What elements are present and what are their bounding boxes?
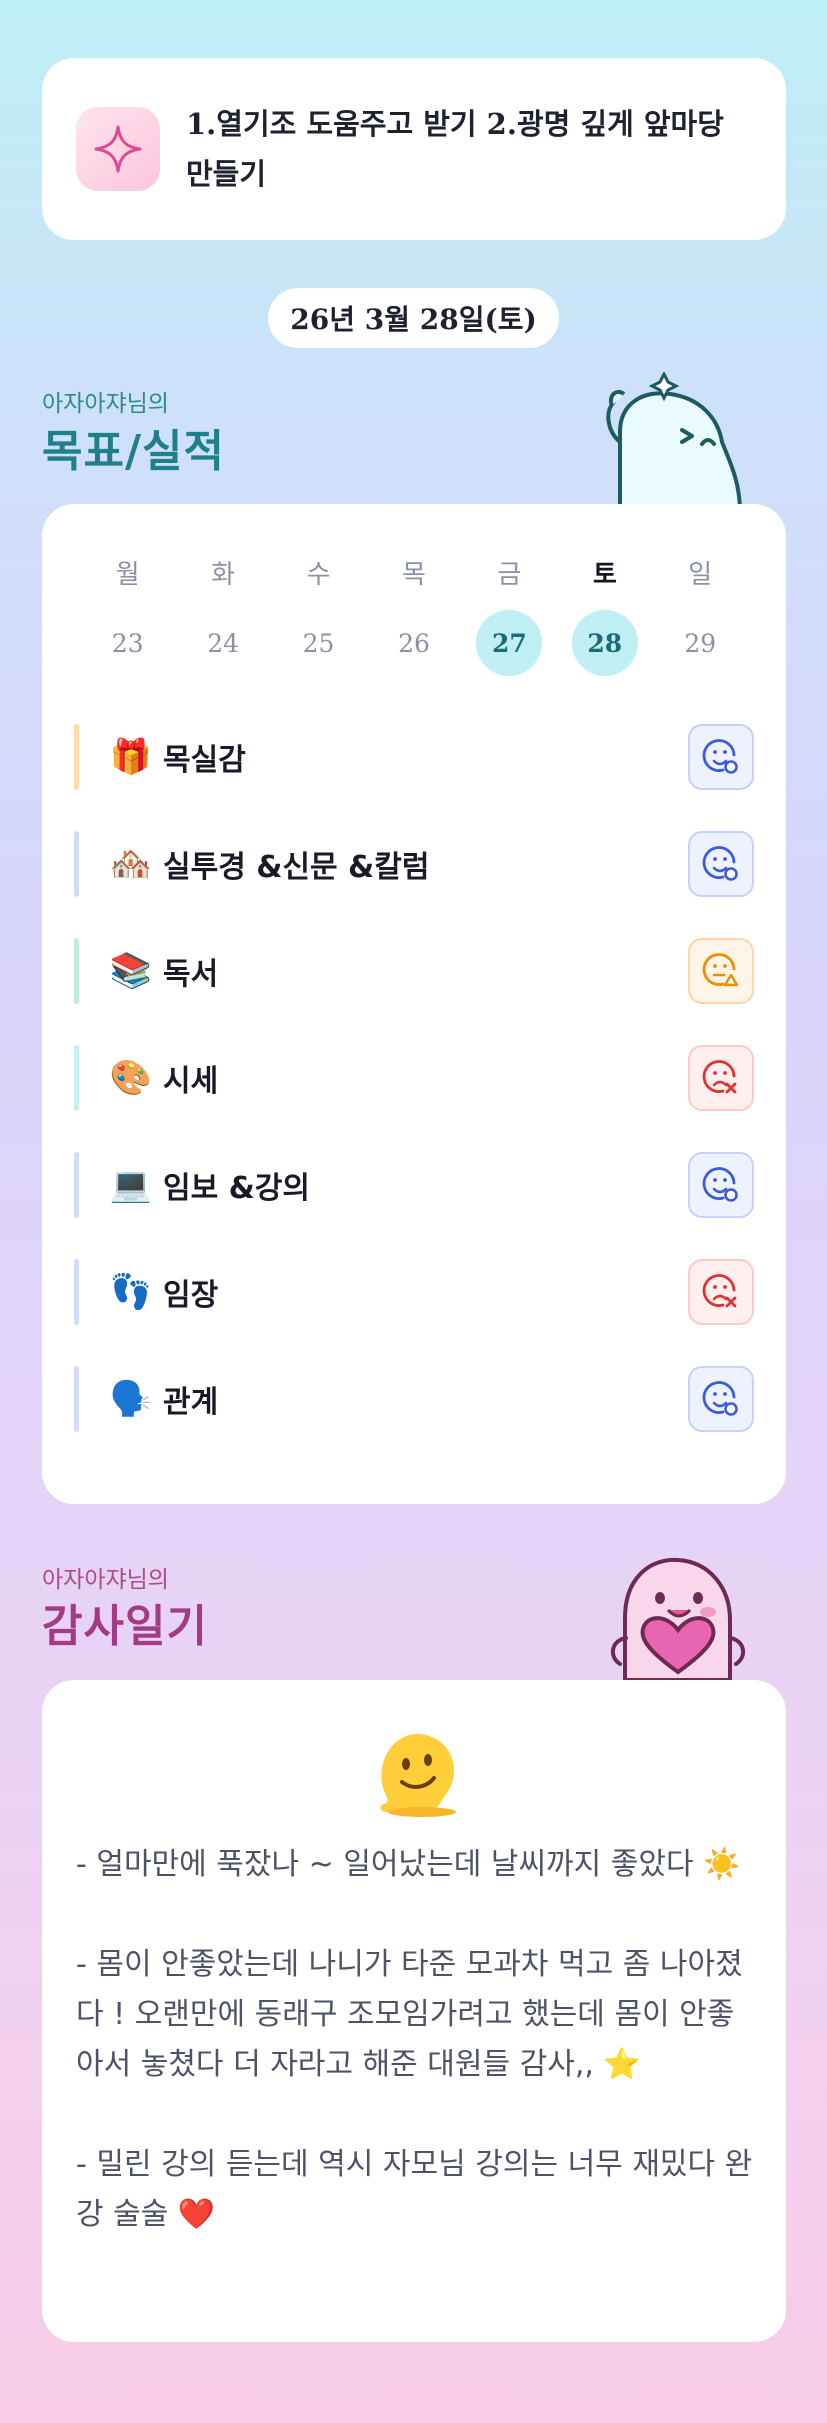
goal-emoji-icon: 🗣️ (109, 1379, 153, 1419)
weekday-label: 목 (402, 560, 426, 590)
goal-label: 관계 (163, 1385, 219, 1420)
goal-emoji-icon: 👣 (109, 1272, 153, 1312)
ghost-mascot-icon (606, 372, 743, 512)
calendar-date[interactable]: 24 (175, 610, 270, 676)
goal-item[interactable]: 👣 임장 (74, 1259, 754, 1325)
status-done-icon[interactable] (688, 1152, 754, 1218)
calendar-date-label: 24 (207, 628, 240, 658)
goal-color-bar (74, 724, 79, 790)
calendar-date[interactable]: 27 (462, 610, 557, 676)
calendar-date-label: 28 (571, 610, 638, 676)
thanks-subtitle: 아자아쟈님의 (42, 1567, 169, 1593)
goal-label: 실투경 &신문 &칼럼 (163, 850, 430, 885)
goal-color-bar (74, 831, 79, 897)
weekday-row: 월화수목금토일 (80, 554, 748, 591)
goals-subtitle: 아자아쟈님의 (42, 391, 169, 417)
goal-banner: 1.열기조 도움주고 받기 2.광명 깊게 앞마당 만들기 (42, 58, 786, 240)
calendar-date[interactable]: 26 (366, 610, 461, 676)
goal-label: 목실감 (163, 743, 246, 778)
status-done-icon[interactable] (688, 1366, 754, 1432)
goal-color-bar (74, 1366, 79, 1432)
date-row: 23 24 25 26 27 28 29 (80, 610, 748, 676)
calendar-date-label: 26 (398, 628, 430, 658)
weekday-label: 월 (115, 560, 140, 590)
goal-item[interactable]: 🏘️ 실투경 &신문 &칼럼 (74, 831, 754, 897)
goal-label: 시세 (163, 1064, 219, 1099)
goal-emoji-icon: 🎨 (109, 1058, 153, 1098)
goal-item[interactable]: 🎁 목실감 (74, 724, 754, 790)
goals-card: 월 화 수 목 금 토 일 23 24 25 26 27 28 29 🎁 목실감 🏘️ 실투경 &신문 &칼럼… (42, 504, 786, 1504)
weekday-label: 토 (592, 560, 617, 590)
calendar-date-label: 23 (111, 628, 144, 658)
thanks-title: 감사일기 (42, 1601, 208, 1652)
status-fail-icon[interactable] (688, 1045, 754, 1111)
calendar-date-label: 29 (684, 628, 717, 658)
goal-item[interactable]: 📚 독서 (74, 938, 754, 1004)
goal-color-bar (74, 1045, 79, 1111)
goal-emoji-icon: 🎁 (109, 737, 153, 777)
heart-mascot-icon (610, 1557, 746, 1680)
goal-color-bar (74, 938, 79, 1004)
goal-color-bar (74, 1259, 79, 1325)
goal-item[interactable]: 💻 임보 &강의 (74, 1152, 754, 1218)
status-done-icon[interactable] (688, 724, 754, 790)
goal-label: 독서 (163, 957, 219, 992)
weekday-label: 일 (688, 560, 713, 590)
melting-face-icon (380, 1734, 456, 1817)
goal-label: 임장 (163, 1278, 219, 1313)
goal-color-bar (74, 1152, 79, 1218)
date-label[interactable]: 26년 3월 28일(토) (268, 288, 559, 348)
calendar-date[interactable]: 23 (80, 610, 175, 676)
weekday-label: 화 (211, 560, 236, 590)
goal-item[interactable]: 🎨 시세 (74, 1045, 754, 1111)
goal-text: 1.열기조 도움주고 받기 2.광명 깊게 앞마당 만들기 (186, 107, 724, 191)
calendar-date-label: 27 (476, 610, 543, 676)
calendar-date[interactable]: 28 (557, 610, 652, 676)
goal-emoji-icon: 📚 (109, 951, 153, 991)
sparkle-icon (76, 107, 160, 191)
goals-title: 목표/실적 (42, 426, 225, 477)
goal-emoji-icon: 💻 (109, 1165, 153, 1205)
calendar-date[interactable]: 29 (653, 610, 748, 676)
goal-emoji-icon: 🏘️ (109, 844, 153, 884)
goal-label: 임보 &강의 (163, 1171, 311, 1206)
weekday-label: 수 (306, 560, 331, 590)
status-fail-icon[interactable] (688, 1259, 754, 1325)
calendar-date[interactable]: 25 (271, 610, 366, 676)
status-done-icon[interactable] (688, 831, 754, 897)
calendar-date-label: 25 (302, 628, 335, 658)
thanks-entries: - 얼마만에 푹잤나 ~ 일어났는데 날씨까지 좋았다 ☀️ - 몸이 안좋았는… (76, 1847, 753, 2232)
goal-item[interactable]: 🗣️ 관계 (74, 1366, 754, 1432)
weekday-label: 금 (497, 560, 522, 590)
thanks-card: - 얼마만에 푹잤나 ~ 일어났는데 날씨까지 좋았다 ☀️ - 몸이 안좋았는… (42, 1680, 786, 2342)
status-partial-icon[interactable] (688, 938, 754, 1004)
